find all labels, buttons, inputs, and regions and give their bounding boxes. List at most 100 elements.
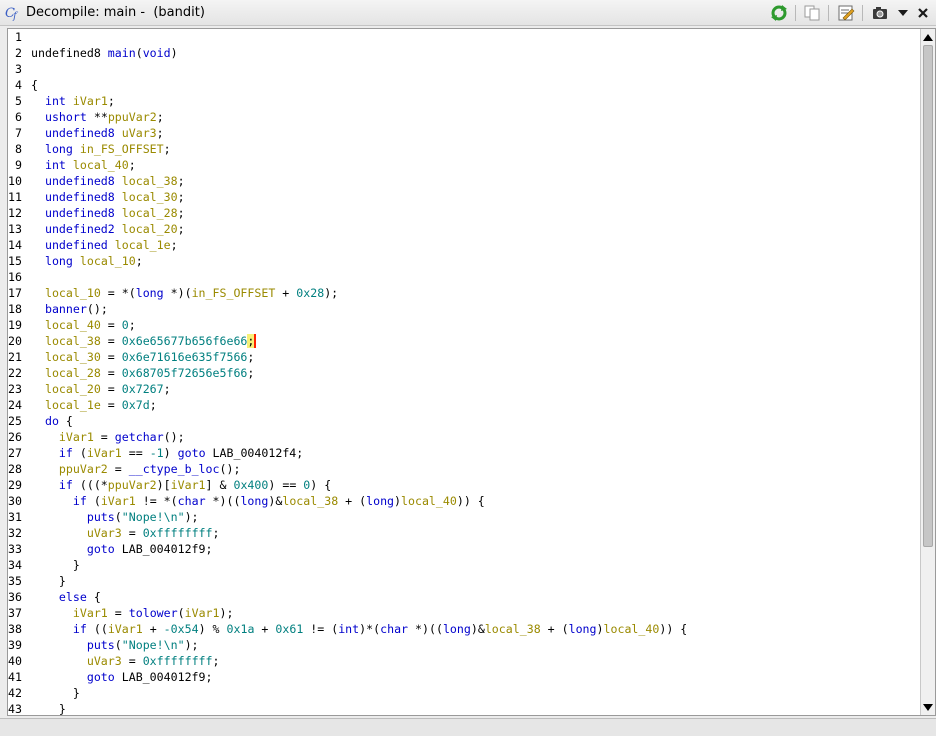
code-token[interactable]: 0x7267 [122,382,164,396]
code-token[interactable]: iVar1 [59,430,94,444]
code-token[interactable]: 0xffffffff [143,526,213,540]
code-token[interactable]: local_40 [401,494,457,508]
scroll-down-icon[interactable] [923,704,933,711]
code-line[interactable]: 9 int local_40; [8,157,920,173]
code-token[interactable]: (); [164,430,185,444]
code-token[interactable]: uVar3 [87,654,122,668]
code-token[interactable] [31,238,45,252]
code-token[interactable] [31,206,45,220]
code-line[interactable]: 2 undefined8 main(void) [8,45,920,61]
code-token[interactable]: ** [87,110,108,124]
code-token[interactable]: 0x68705f72656e5f66 [122,366,248,380]
code-token[interactable]: undefined8 [45,174,115,188]
code-token[interactable] [31,174,45,188]
code-token[interactable] [31,190,45,204]
code-token[interactable] [101,46,108,60]
code-token[interactable]: int [338,622,359,636]
code-token[interactable]: { [59,414,73,428]
code-token[interactable]: ; [157,126,164,140]
code-token[interactable]: goto [87,542,115,556]
code-token[interactable]: local_38 [282,494,338,508]
code-line[interactable]: 32 uVar3 = 0xffffffff; [8,525,920,541]
code-token[interactable]: ); [220,606,234,620]
code-token[interactable]: )*( [359,622,380,636]
code-token[interactable] [31,382,45,396]
scroll-up-icon[interactable] [923,34,933,41]
code-token[interactable]: else [59,590,87,604]
code-line[interactable]: 6 ushort **ppuVar2; [8,109,920,125]
code-token[interactable]: ; [247,350,254,364]
code-token[interactable]: ; [129,158,136,172]
code-token[interactable] [31,542,87,556]
code-token[interactable]: puts [87,638,115,652]
code-token[interactable]: local_20 [45,382,101,396]
code-token[interactable] [31,94,45,108]
code-token[interactable]: ; [108,94,115,108]
code-token[interactable]: } [31,558,80,572]
code-token[interactable] [31,302,45,316]
code-line[interactable]: 24 local_1e = 0x7d; [8,397,920,413]
code-line[interactable]: 5 int iVar1; [8,93,920,109]
code-token[interactable]: local_38 [485,622,541,636]
code-token[interactable] [31,334,45,348]
code-line[interactable]: 38 if ((iVar1 + -0x54) % 0x1a + 0x61 != … [8,621,920,637]
code-token[interactable]: + ( [541,622,569,636]
code-token[interactable]: local_40 [604,622,660,636]
code-line[interactable]: 42 } [8,685,920,701]
code-token[interactable]: banner [45,302,87,316]
code-token[interactable]: "Nope!\n" [122,510,185,524]
code-token[interactable]: )& [268,494,282,508]
code-line[interactable]: 22 local_28 = 0x68705f72656e5f66; [8,365,920,381]
code-token[interactable]: ; [247,366,254,380]
code-token[interactable]: local_1e [115,238,171,252]
code-token[interactable]: LAB_004012f9; [115,670,213,684]
code-token[interactable]: local_28 [45,366,101,380]
code-token[interactable]: iVar1 [171,478,206,492]
code-token[interactable]: ppuVar2 [108,478,157,492]
code-token[interactable]: iVar1 [101,494,136,508]
code-token[interactable]: long [443,622,471,636]
code-line[interactable]: 8 long in_FS_OFFSET; [8,141,920,157]
code-token[interactable]: ( [115,510,122,524]
code-token[interactable]: goto [178,446,206,460]
code-token[interactable]: LAB_004012f9; [115,542,213,556]
code-token[interactable]: char [380,622,408,636]
code-token[interactable]: tolower [129,606,178,620]
code-line[interactable]: 4{ [8,77,920,93]
code-token[interactable] [31,222,45,236]
code-token[interactable]: ; [150,398,157,412]
code-token[interactable]: ; [136,254,143,268]
code-token[interactable] [108,238,115,252]
code-token[interactable]: = [101,350,122,364]
code-token[interactable]: = [108,606,129,620]
code-token[interactable]: = [101,366,122,380]
code-token[interactable]: long [136,286,164,300]
code-token[interactable]: if [73,622,87,636]
code-token[interactable]: if [73,494,87,508]
code-token[interactable] [31,414,45,428]
code-token[interactable]: ; [178,206,185,220]
code-line[interactable]: 18 banner(); [8,301,920,317]
code-token[interactable]: puts [87,510,115,524]
code-token[interactable]: ; [213,526,220,540]
code-token[interactable]: ( [87,494,101,508]
code-token[interactable]: = [101,334,122,348]
code-token[interactable] [31,526,87,540]
code-token[interactable]: != ( [303,622,338,636]
code-token[interactable] [31,478,59,492]
code-token[interactable]: local_10 [45,286,101,300]
code-token[interactable]: LAB_004012f4; [206,446,304,460]
code-token[interactable]: )) { [659,622,687,636]
code-token[interactable]: main [108,46,136,60]
code-token[interactable] [31,446,59,460]
code-token[interactable]: if [59,478,73,492]
code-line[interactable]: 35 } [8,573,920,589]
code-token[interactable]: undefined8 [31,46,101,60]
code-token[interactable]: iVar1 [73,94,108,108]
code-line[interactable]: 26 iVar1 = getchar(); [8,429,920,445]
code-token[interactable]: ppuVar2 [59,462,108,476]
vertical-scrollbar[interactable] [920,29,935,715]
code-token[interactable] [31,462,59,476]
code-token[interactable]: undefined8 [45,126,115,140]
code-line[interactable]: 19 local_40 = 0; [8,317,920,333]
